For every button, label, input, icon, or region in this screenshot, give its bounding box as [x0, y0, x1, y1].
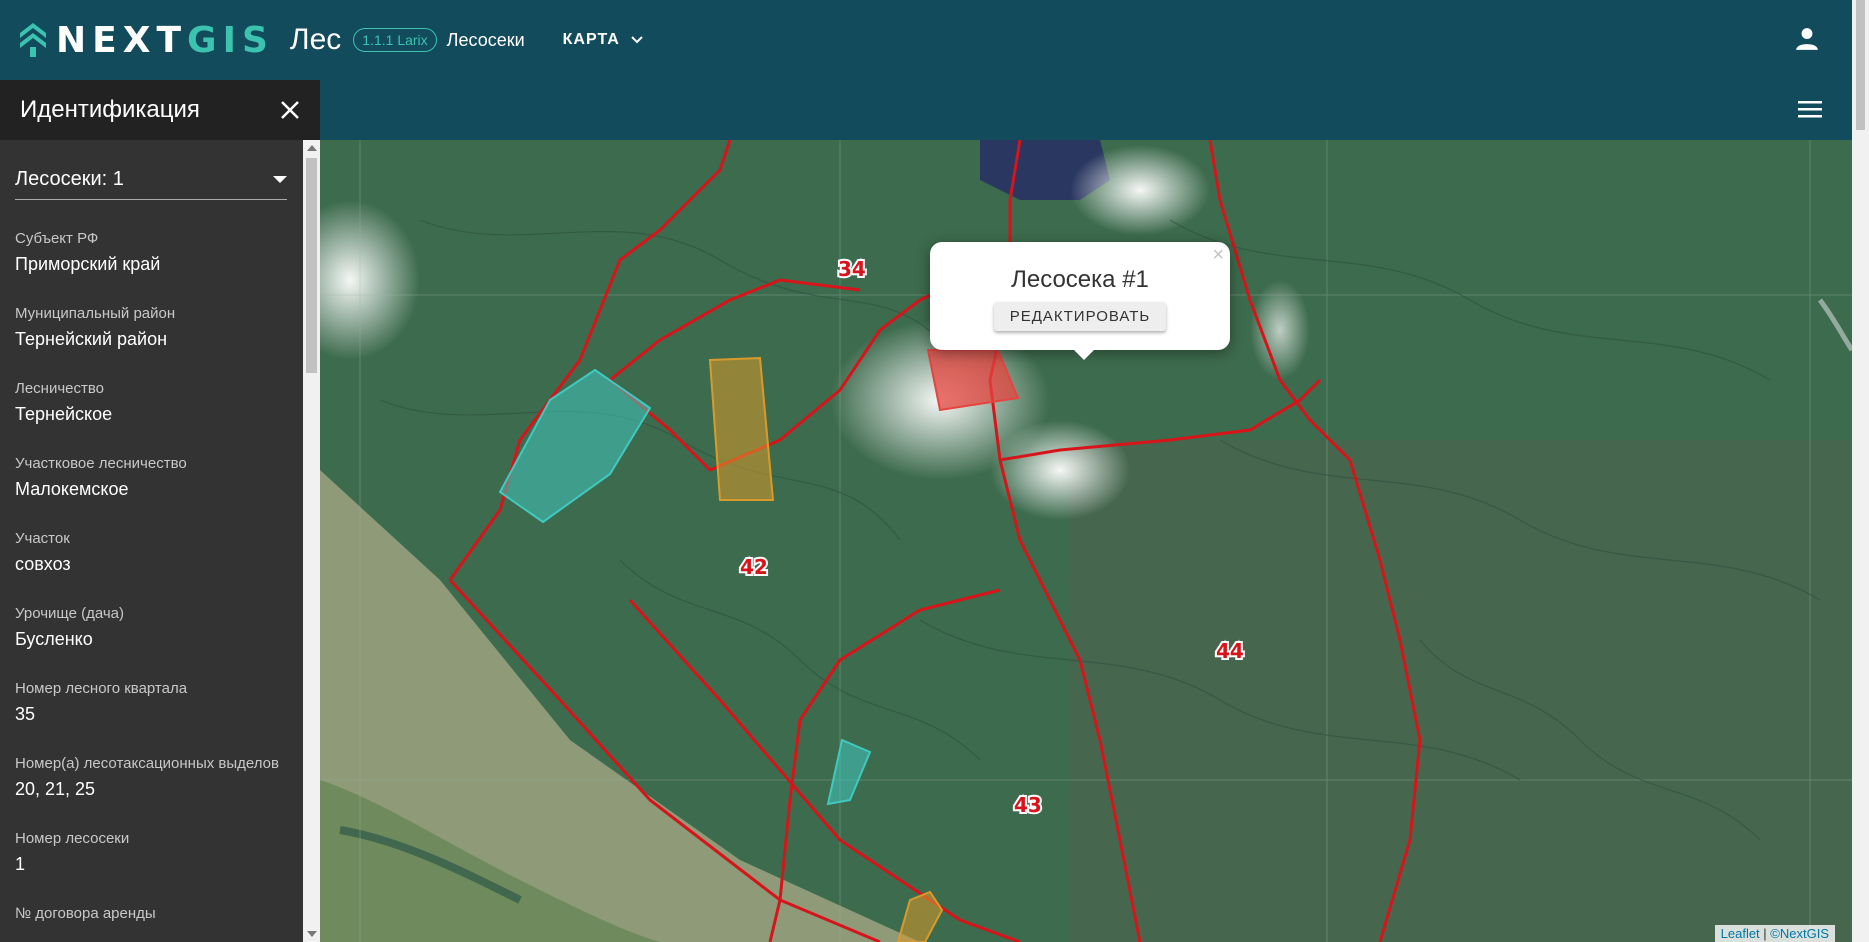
field-value: Бусленко [15, 629, 93, 649]
logo-chevrons-icon [20, 23, 46, 57]
quarter-label-43: 43 [1014, 793, 1042, 817]
field-label: Урочище (дача) [15, 605, 124, 622]
field-cutting-area-number: Номер лесосеки 1 [15, 826, 287, 875]
identification-panel: Идентификация Лесосеки: 1 Субъект РФ При… [0, 80, 320, 942]
field-forestry: Лесничество Тернейское [15, 376, 287, 425]
panel-header: Идентификация [0, 80, 320, 140]
field-district-forestry: Участковое лесничество Малокемское [15, 451, 287, 500]
nextgis-link[interactable]: ©NextGIS [1770, 926, 1829, 941]
field-value: Тернейское [15, 404, 113, 424]
logo-wordmark: NEXTGIS [56, 19, 274, 61]
user-icon[interactable] [1794, 26, 1820, 52]
map-menu-label: КАРТА [562, 31, 620, 48]
field-label: Субъект РФ [15, 230, 99, 247]
leaflet-link[interactable]: Leaflet [1721, 926, 1760, 941]
quarter-label-34: 34 [838, 257, 866, 281]
popup-close-icon[interactable]: × [1212, 244, 1224, 267]
page-scrollbar[interactable] [1852, 0, 1869, 942]
field-label: Номер лесного квартала [15, 680, 188, 697]
field-value: 1 [15, 854, 26, 874]
panel-body[interactable]: Лесосеки: 1 Субъект РФ Приморский край М… [0, 140, 302, 942]
field-lease-contract: № договора аренды [15, 901, 287, 927]
panel-scrollbar[interactable] [303, 140, 320, 942]
field-label: № договора аренды [15, 905, 156, 922]
section-title: Лесосеки [446, 29, 525, 50]
layer-select-value: Лесосеки: 1 [15, 168, 124, 190]
field-label: Участковое лесничество [15, 455, 187, 472]
layer-select[interactable]: Лесосеки: 1 [15, 168, 287, 200]
scrollbar-thumb[interactable] [306, 158, 317, 373]
page-scrollbar-thumb[interactable] [1856, 0, 1865, 130]
field-label: Лесничество [15, 380, 105, 397]
popup-title: Лесосека #1 [1011, 266, 1149, 293]
field-label: Муниципальный район [15, 305, 176, 322]
field-subject: Субъект РФ Приморский край [15, 226, 287, 275]
field-value: 35 [15, 704, 36, 724]
field-allotment-numbers: Номер(а) лесотаксационных выделов 20, 21… [15, 751, 287, 800]
edit-button[interactable]: РЕДАКТИРОВАТЬ [993, 302, 1167, 331]
quarter-label-44: 44 [1216, 639, 1244, 663]
nextgis-logo[interactable]: NEXTGIS [20, 20, 274, 61]
field-quarter-number: Номер лесного квартала 35 [15, 676, 287, 725]
field-tract: Урочище (дача) Бусленко [15, 601, 287, 650]
app-header: NEXTGIS Лес 1.1.1 Larix Лесосеки КАРТА [0, 0, 1852, 80]
map-menu-dropdown[interactable]: КАРТА [563, 31, 644, 49]
field-label: Номер(а) лесотаксационных выделов [15, 755, 279, 772]
attribution-separator: | [1759, 926, 1771, 941]
field-section: Участок совхоз [15, 526, 287, 575]
field-municipal-district: Муниципальный район Тернейский район [15, 301, 287, 350]
caret-down-icon [273, 175, 287, 183]
field-label: Номер лесосеки [15, 830, 130, 847]
field-value: Тернейский район [15, 329, 168, 349]
field-value: Малокемское [15, 479, 129, 499]
scroll-up-icon[interactable] [307, 145, 317, 151]
field-value: 20, 21, 25 [15, 779, 96, 799]
quarter-label-42: 42 [740, 555, 768, 579]
app-name: Лес [289, 23, 342, 56]
map-attribution: Leaflet | ©NextGIS [1714, 925, 1835, 942]
scroll-down-icon[interactable] [307, 931, 317, 937]
field-label: Участок [15, 530, 70, 547]
panel-title: Идентификация [20, 96, 200, 123]
close-icon[interactable] [280, 100, 300, 120]
field-value: совхоз [15, 554, 71, 574]
map-toolbar [320, 80, 1852, 140]
version-badge: 1.1.1 Larix [353, 28, 437, 52]
hamburger-menu-icon[interactable] [1798, 98, 1822, 120]
popup-tip [1072, 348, 1096, 360]
chevron-down-icon [631, 36, 643, 44]
field-value: Приморский край [15, 254, 161, 274]
feature-popup: × Лесосека #1 РЕДАКТИРОВАТЬ [930, 242, 1230, 360]
